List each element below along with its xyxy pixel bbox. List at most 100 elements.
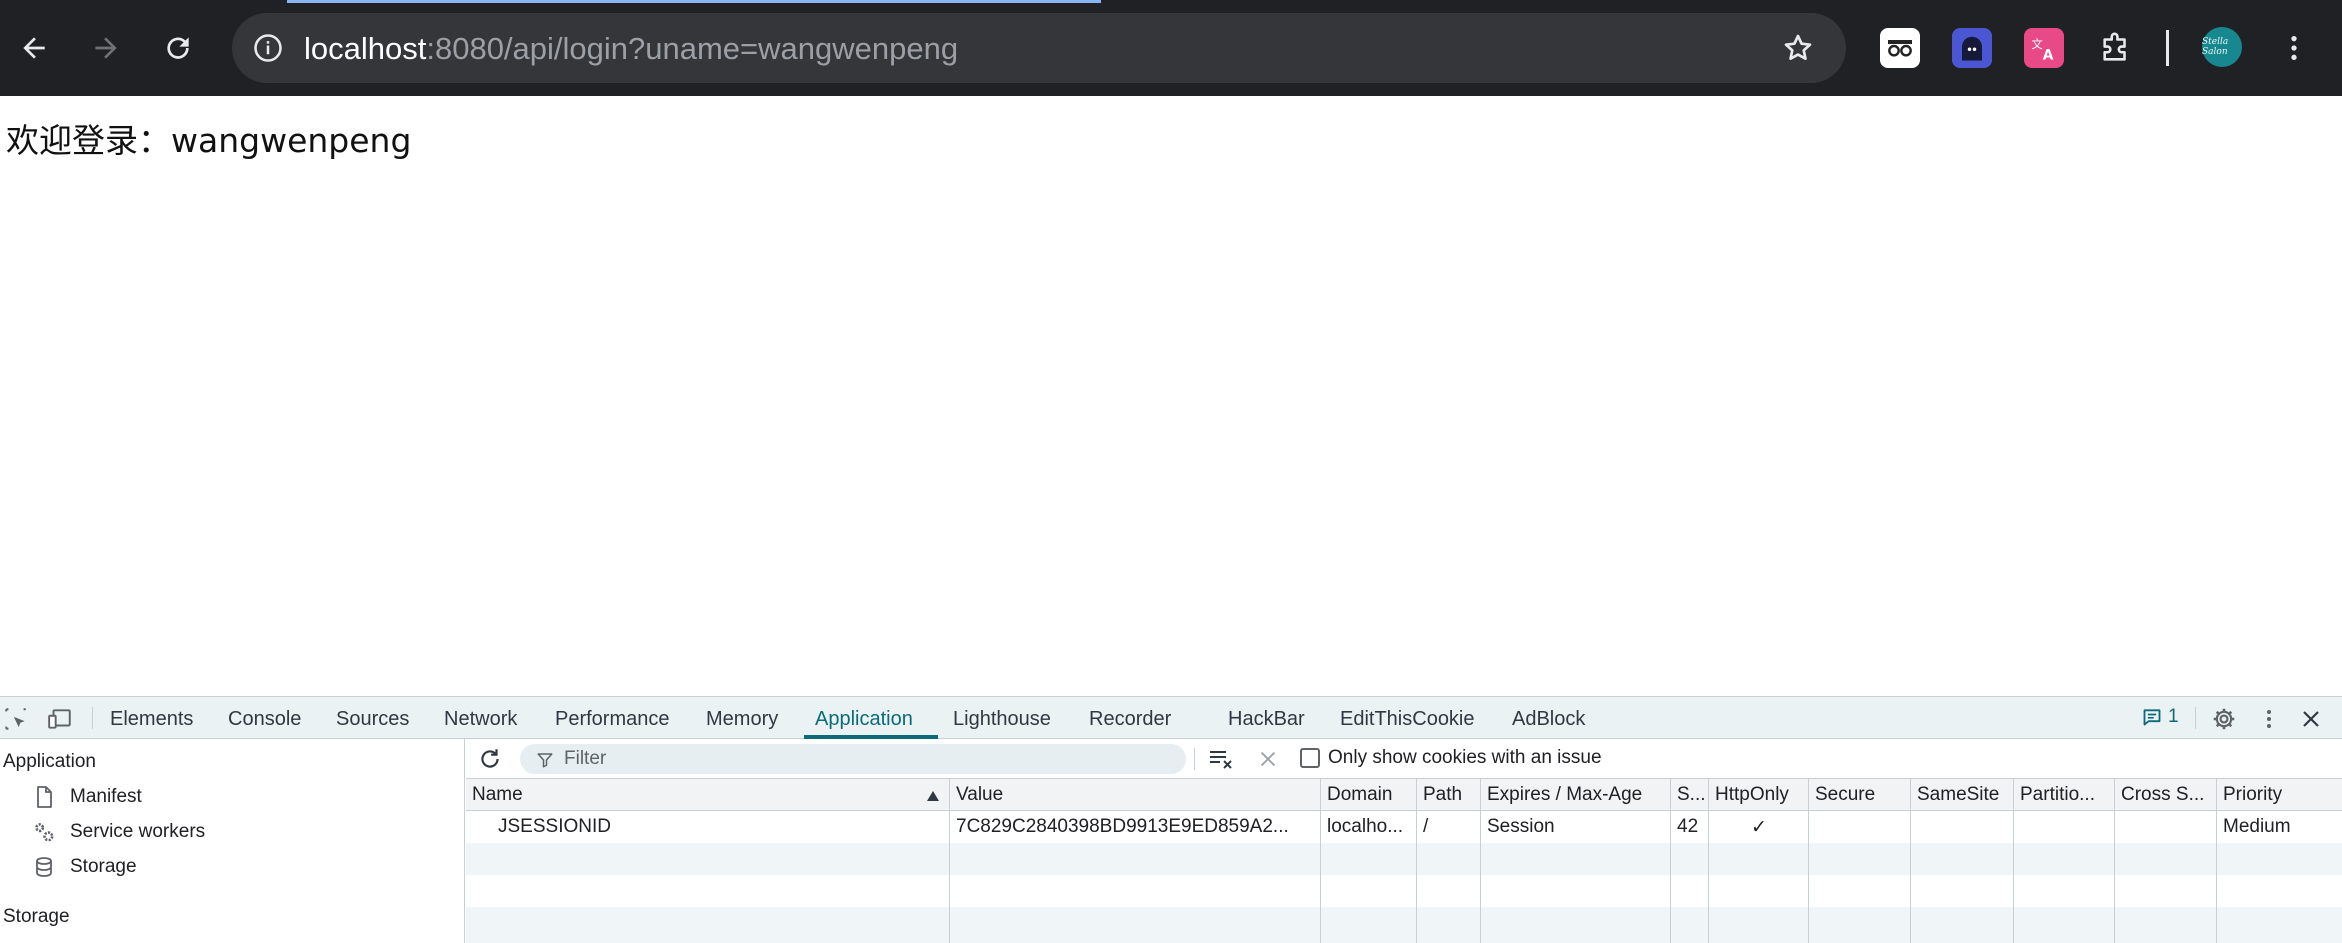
column-header-partition[interactable]: Partitio... <box>2014 779 2115 811</box>
issues-badge[interactable]: 1 <box>2142 706 2179 728</box>
bookmark-star-icon[interactable] <box>1776 26 1820 70</box>
extensions-puzzle-icon[interactable] <box>2096 28 2136 68</box>
column-header-cross-site[interactable]: Cross S... <box>2115 779 2217 811</box>
empty-row <box>466 907 2342 943</box>
reload-button[interactable] <box>152 22 204 74</box>
kebab-menu-icon <box>2291 36 2297 60</box>
sidebar-item-label: Storage <box>70 856 137 877</box>
tab-elements[interactable]: Elements <box>110 708 193 731</box>
address-bar[interactable]: localhost:8080/api/login?uname=wangwenpe… <box>232 13 1846 83</box>
column-header-secure[interactable]: Secure <box>1809 779 1911 811</box>
browser-menu-button[interactable] <box>2268 22 2320 74</box>
tab-divider <box>2195 707 2196 729</box>
sidebar-heading-application: Application <box>3 751 96 772</box>
sidebar-item-manifest[interactable]: Manifest <box>30 783 142 811</box>
avatar-logo-text: Stella Salon <box>2202 37 2229 57</box>
forward-button[interactable] <box>80 22 132 74</box>
column-header-samesite[interactable]: SameSite <box>1911 779 2014 811</box>
sidebar-item-service-workers[interactable]: Service workers <box>30 818 205 846</box>
cookies-panel: Filter Only show cookies with an issue N… <box>466 739 2342 943</box>
cell-cross-site <box>2115 811 2217 843</box>
cell-secure <box>1809 811 1911 843</box>
browser-toolbar: localhost:8080/api/login?uname=wangwenpe… <box>0 0 2342 96</box>
column-header-path[interactable]: Path <box>1417 779 1481 811</box>
tab-editthiscookie[interactable]: EditThisCookie <box>1340 708 1475 731</box>
column-header-label: Name <box>472 784 523 805</box>
extension-ghost-icon[interactable] <box>1952 28 1992 68</box>
sidebar-item-label: Manifest <box>70 786 142 807</box>
back-button[interactable] <box>8 22 60 74</box>
tab-console[interactable]: Console <box>228 708 301 731</box>
clear-all-cookies-icon[interactable] <box>1208 745 1236 773</box>
database-icon <box>30 853 58 881</box>
cookies-toolbar: Filter Only show cookies with an issue <box>466 739 2342 779</box>
url-text[interactable]: localhost:8080/api/login?uname=wangwenpe… <box>304 31 958 67</box>
reload-icon <box>167 37 189 59</box>
sidebar-item-storage[interactable]: Storage <box>30 853 137 881</box>
page-viewport: 欢迎登录：wangwenpeng <box>0 96 2342 696</box>
tab-hackbar[interactable]: HackBar <box>1228 708 1305 731</box>
tab-adblock[interactable]: AdBlock <box>1512 708 1585 731</box>
url-host: localhost <box>304 31 427 66</box>
cell-samesite <box>1911 811 2014 843</box>
cell-size: 42 <box>1677 816 1699 837</box>
toolbar-separator <box>2166 30 2169 66</box>
loading-progress-bar <box>287 0 1101 3</box>
filter-funnel-icon <box>537 753 553 768</box>
close-devtools-icon[interactable] <box>2297 705 2325 733</box>
cookie-filter-input[interactable]: Filter <box>520 744 1186 774</box>
tab-divider <box>92 707 93 729</box>
arrow-left-icon <box>23 37 45 59</box>
cell-httponly: ✓ <box>1751 817 1767 838</box>
extension-glasses-icon[interactable] <box>1880 28 1920 68</box>
sort-ascending-icon <box>927 791 939 801</box>
tab-sources[interactable]: Sources <box>336 708 409 731</box>
svg-text:文: 文 <box>2032 37 2043 51</box>
tab-network[interactable]: Network <box>444 708 517 731</box>
empty-row <box>466 843 2342 875</box>
column-header-name[interactable]: Name <box>466 779 950 811</box>
cell-path: / <box>1423 816 1429 837</box>
inspect-element-icon[interactable] <box>2 705 30 733</box>
toolbar-divider <box>1194 748 1195 770</box>
cell-expires: Session <box>1487 816 1555 837</box>
site-info-icon[interactable] <box>246 26 290 70</box>
only-issues-label: Only show cookies with an issue <box>1328 747 1602 768</box>
message-icon <box>2143 709 2161 726</box>
column-header-size[interactable]: S... <box>1671 779 1709 811</box>
sidebar-heading-storage: Storage <box>3 906 70 927</box>
more-options-icon[interactable] <box>2255 705 2283 733</box>
cell-name: JSESSIONID <box>498 816 611 837</box>
filter-placeholder: Filter <box>564 748 607 769</box>
tab-memory[interactable]: Memory <box>706 708 778 731</box>
column-header-value[interactable]: Value <box>950 779 1321 811</box>
cell-value: 7C829C2840398BD9913E9ED859A2... <box>956 816 1289 837</box>
svg-text:A: A <box>2043 47 2054 63</box>
issues-count: 1 <box>2168 706 2179 727</box>
settings-gear-icon[interactable] <box>2210 705 2238 733</box>
column-header-expires[interactable]: Expires / Max-Age <box>1481 779 1671 811</box>
url-path: :8080/api/login?uname=wangwenpeng <box>426 31 959 66</box>
welcome-message: 欢迎登录：wangwenpeng <box>6 121 412 160</box>
profile-avatar[interactable]: Stella Salon <box>2202 27 2242 67</box>
devtools-panel: Elements Console Sources Network Perform… <box>0 696 2342 943</box>
column-header-httponly[interactable]: HttpOnly <box>1709 779 1809 811</box>
arrow-right-icon <box>95 37 117 59</box>
column-header-domain[interactable]: Domain <box>1321 779 1417 811</box>
gears-icon <box>30 818 58 846</box>
document-icon <box>30 783 58 811</box>
tab-lighthouse[interactable]: Lighthouse <box>953 708 1051 731</box>
cell-partition <box>2014 811 2115 843</box>
tab-application[interactable]: Application <box>815 708 913 731</box>
cell-domain: localho... <box>1327 816 1404 837</box>
delete-selected-icon[interactable] <box>1254 745 1282 773</box>
tab-recorder[interactable]: Recorder <box>1089 708 1171 731</box>
extension-translate-icon[interactable]: 文A <box>2024 28 2064 68</box>
device-toolbar-icon[interactable] <box>46 705 74 733</box>
tab-performance[interactable]: Performance <box>555 708 670 731</box>
refresh-icon[interactable] <box>476 745 504 773</box>
column-header-priority[interactable]: Priority <box>2217 779 2342 811</box>
only-issues-checkbox[interactable] <box>1300 748 1320 768</box>
sidebar-item-label: Service workers <box>70 821 206 842</box>
application-sidebar: Application Manifest Service workers Sto… <box>0 739 465 943</box>
